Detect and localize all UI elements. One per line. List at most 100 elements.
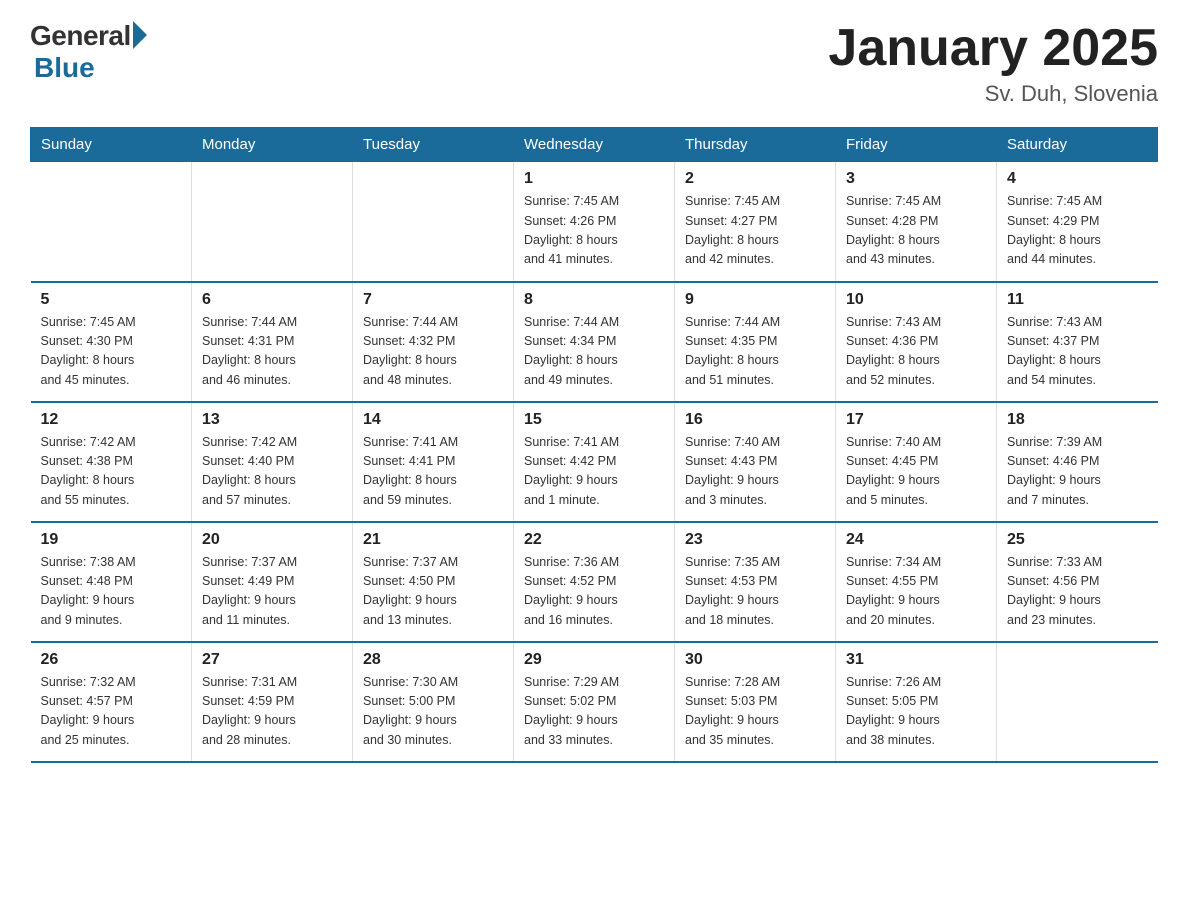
day-info: Sunrise: 7:44 AM Sunset: 4:35 PM Dayligh… [685, 313, 825, 391]
calendar-cell: 11Sunrise: 7:43 AM Sunset: 4:37 PM Dayli… [997, 282, 1158, 402]
calendar-cell: 2 Sunrise: 7:45 AM Sunset: 4:27 PM Daylig… [675, 162, 836, 282]
weekday-header-tuesday: Tuesday [353, 128, 514, 162]
day-number: 29 [524, 651, 664, 669]
day-info: Sunrise: 7:39 AM Sunset: 4:46 PM Dayligh… [1007, 433, 1148, 511]
calendar-cell: 15Sunrise: 7:41 AM Sunset: 4:42 PM Dayli… [514, 402, 675, 522]
day-info: Sunrise: 7:44 AM Sunset: 4:32 PM Dayligh… [363, 313, 503, 391]
day-info: Sunrise: 7:45 AM Sunset: 4:29 PM Dayligh… [1007, 192, 1148, 270]
day-number: 19 [41, 531, 182, 549]
day-number: 16 [685, 411, 825, 429]
day-info: Sunrise: 7:42 AM Sunset: 4:40 PM Dayligh… [202, 433, 342, 511]
calendar-cell: 30 Sunrise: 7:28 AM Sunset: 5:03 PM Dayli… [675, 642, 836, 762]
weekday-header-wednesday: Wednesday [514, 128, 675, 162]
calendar-cell: 6 Sunrise: 7:44 AM Sunset: 4:31 PM Daylig… [192, 282, 353, 402]
calendar-week-row: 1 Sunrise: 7:45 AM Sunset: 4:26 PM Daylig… [31, 162, 1158, 282]
logo: General Blue [30, 20, 147, 84]
calendar-cell: 1 Sunrise: 7:45 AM Sunset: 4:26 PM Daylig… [514, 162, 675, 282]
day-number: 6 [202, 291, 342, 309]
calendar-table: SundayMondayTuesdayWednesdayThursdayFrid… [30, 127, 1158, 763]
calendar-cell: 19 Sunrise: 7:38 AM Sunset: 4:48 PM Dayli… [31, 522, 192, 642]
weekday-header-thursday: Thursday [675, 128, 836, 162]
day-number: 24 [846, 531, 986, 549]
calendar-cell: 21Sunrise: 7:37 AM Sunset: 4:50 PM Dayli… [353, 522, 514, 642]
day-info: Sunrise: 7:30 AM Sunset: 5:00 PM Dayligh… [363, 673, 503, 751]
weekday-header-friday: Friday [836, 128, 997, 162]
calendar-cell: 28 Sunrise: 7:30 AM Sunset: 5:00 PM Dayli… [353, 642, 514, 762]
day-info: Sunrise: 7:44 AM Sunset: 4:34 PM Dayligh… [524, 313, 664, 391]
calendar-cell: 16 Sunrise: 7:40 AM Sunset: 4:43 PM Dayli… [675, 402, 836, 522]
calendar-cell: 18 Sunrise: 7:39 AM Sunset: 4:46 PM Dayli… [997, 402, 1158, 522]
day-number: 8 [524, 291, 664, 309]
day-info: Sunrise: 7:45 AM Sunset: 4:30 PM Dayligh… [41, 313, 182, 391]
page-header: General Blue January 2025 Sv. Duh, Slove… [30, 20, 1158, 107]
day-number: 25 [1007, 531, 1148, 549]
day-number: 22 [524, 531, 664, 549]
calendar-cell: 8 Sunrise: 7:44 AM Sunset: 4:34 PM Daylig… [514, 282, 675, 402]
day-info: Sunrise: 7:28 AM Sunset: 5:03 PM Dayligh… [685, 673, 825, 751]
month-title: January 2025 [828, 20, 1158, 77]
day-info: Sunrise: 7:26 AM Sunset: 5:05 PM Dayligh… [846, 673, 986, 751]
calendar-cell [192, 162, 353, 282]
calendar-cell: 7 Sunrise: 7:44 AM Sunset: 4:32 PM Daylig… [353, 282, 514, 402]
day-number: 13 [202, 411, 342, 429]
day-info: Sunrise: 7:43 AM Sunset: 4:36 PM Dayligh… [846, 313, 986, 391]
day-info: Sunrise: 7:43 AM Sunset: 4:37 PM Dayligh… [1007, 313, 1148, 391]
day-number: 18 [1007, 411, 1148, 429]
day-number: 5 [41, 291, 182, 309]
weekday-header-row: SundayMondayTuesdayWednesdayThursdayFrid… [31, 128, 1158, 162]
day-info: Sunrise: 7:34 AM Sunset: 4:55 PM Dayligh… [846, 553, 986, 631]
day-info: Sunrise: 7:36 AM Sunset: 4:52 PM Dayligh… [524, 553, 664, 631]
day-number: 7 [363, 291, 503, 309]
day-info: Sunrise: 7:38 AM Sunset: 4:48 PM Dayligh… [41, 553, 182, 631]
location-label: Sv. Duh, Slovenia [828, 81, 1158, 107]
calendar-week-row: 19 Sunrise: 7:38 AM Sunset: 4:48 PM Dayli… [31, 522, 1158, 642]
day-number: 1 [524, 170, 664, 188]
logo-general-text: General [30, 20, 131, 52]
day-number: 23 [685, 531, 825, 549]
weekday-header-monday: Monday [192, 128, 353, 162]
day-number: 31 [846, 651, 986, 669]
logo-blue-text: Blue [34, 52, 95, 84]
day-info: Sunrise: 7:44 AM Sunset: 4:31 PM Dayligh… [202, 313, 342, 391]
calendar-cell [997, 642, 1158, 762]
calendar-cell: 3 Sunrise: 7:45 AM Sunset: 4:28 PM Daylig… [836, 162, 997, 282]
day-number: 3 [846, 170, 986, 188]
day-number: 17 [846, 411, 986, 429]
day-info: Sunrise: 7:40 AM Sunset: 4:43 PM Dayligh… [685, 433, 825, 511]
day-number: 30 [685, 651, 825, 669]
calendar-cell: 14 Sunrise: 7:41 AM Sunset: 4:41 PM Dayli… [353, 402, 514, 522]
day-info: Sunrise: 7:40 AM Sunset: 4:45 PM Dayligh… [846, 433, 986, 511]
day-number: 9 [685, 291, 825, 309]
calendar-cell: 26Sunrise: 7:32 AM Sunset: 4:57 PM Dayli… [31, 642, 192, 762]
calendar-week-row: 5 Sunrise: 7:45 AM Sunset: 4:30 PM Daylig… [31, 282, 1158, 402]
calendar-cell: 25 Sunrise: 7:33 AM Sunset: 4:56 PM Dayli… [997, 522, 1158, 642]
day-number: 21 [363, 531, 503, 549]
logo-arrow-icon [133, 21, 147, 49]
calendar-cell: 9 Sunrise: 7:44 AM Sunset: 4:35 PM Daylig… [675, 282, 836, 402]
day-info: Sunrise: 7:45 AM Sunset: 4:27 PM Dayligh… [685, 192, 825, 270]
weekday-header-sunday: Sunday [31, 128, 192, 162]
calendar-cell: 10Sunrise: 7:43 AM Sunset: 4:36 PM Dayli… [836, 282, 997, 402]
calendar-cell: 23 Sunrise: 7:35 AM Sunset: 4:53 PM Dayli… [675, 522, 836, 642]
calendar-cell: 27 Sunrise: 7:31 AM Sunset: 4:59 PM Dayli… [192, 642, 353, 762]
day-info: Sunrise: 7:41 AM Sunset: 4:41 PM Dayligh… [363, 433, 503, 511]
calendar-cell: 20Sunrise: 7:37 AM Sunset: 4:49 PM Dayli… [192, 522, 353, 642]
day-info: Sunrise: 7:31 AM Sunset: 4:59 PM Dayligh… [202, 673, 342, 751]
calendar-cell: 24 Sunrise: 7:34 AM Sunset: 4:55 PM Dayli… [836, 522, 997, 642]
calendar-week-row: 26Sunrise: 7:32 AM Sunset: 4:57 PM Dayli… [31, 642, 1158, 762]
day-info: Sunrise: 7:29 AM Sunset: 5:02 PM Dayligh… [524, 673, 664, 751]
day-info: Sunrise: 7:45 AM Sunset: 4:26 PM Dayligh… [524, 192, 664, 270]
day-number: 14 [363, 411, 503, 429]
calendar-cell: 31 Sunrise: 7:26 AM Sunset: 5:05 PM Dayli… [836, 642, 997, 762]
day-number: 2 [685, 170, 825, 188]
day-info: Sunrise: 7:41 AM Sunset: 4:42 PM Dayligh… [524, 433, 664, 511]
calendar-cell [31, 162, 192, 282]
day-number: 27 [202, 651, 342, 669]
day-info: Sunrise: 7:45 AM Sunset: 4:28 PM Dayligh… [846, 192, 986, 270]
day-info: Sunrise: 7:42 AM Sunset: 4:38 PM Dayligh… [41, 433, 182, 511]
weekday-header-saturday: Saturday [997, 128, 1158, 162]
day-info: Sunrise: 7:35 AM Sunset: 4:53 PM Dayligh… [685, 553, 825, 631]
day-number: 28 [363, 651, 503, 669]
calendar-cell: 4Sunrise: 7:45 AM Sunset: 4:29 PM Daylig… [997, 162, 1158, 282]
day-info: Sunrise: 7:33 AM Sunset: 4:56 PM Dayligh… [1007, 553, 1148, 631]
